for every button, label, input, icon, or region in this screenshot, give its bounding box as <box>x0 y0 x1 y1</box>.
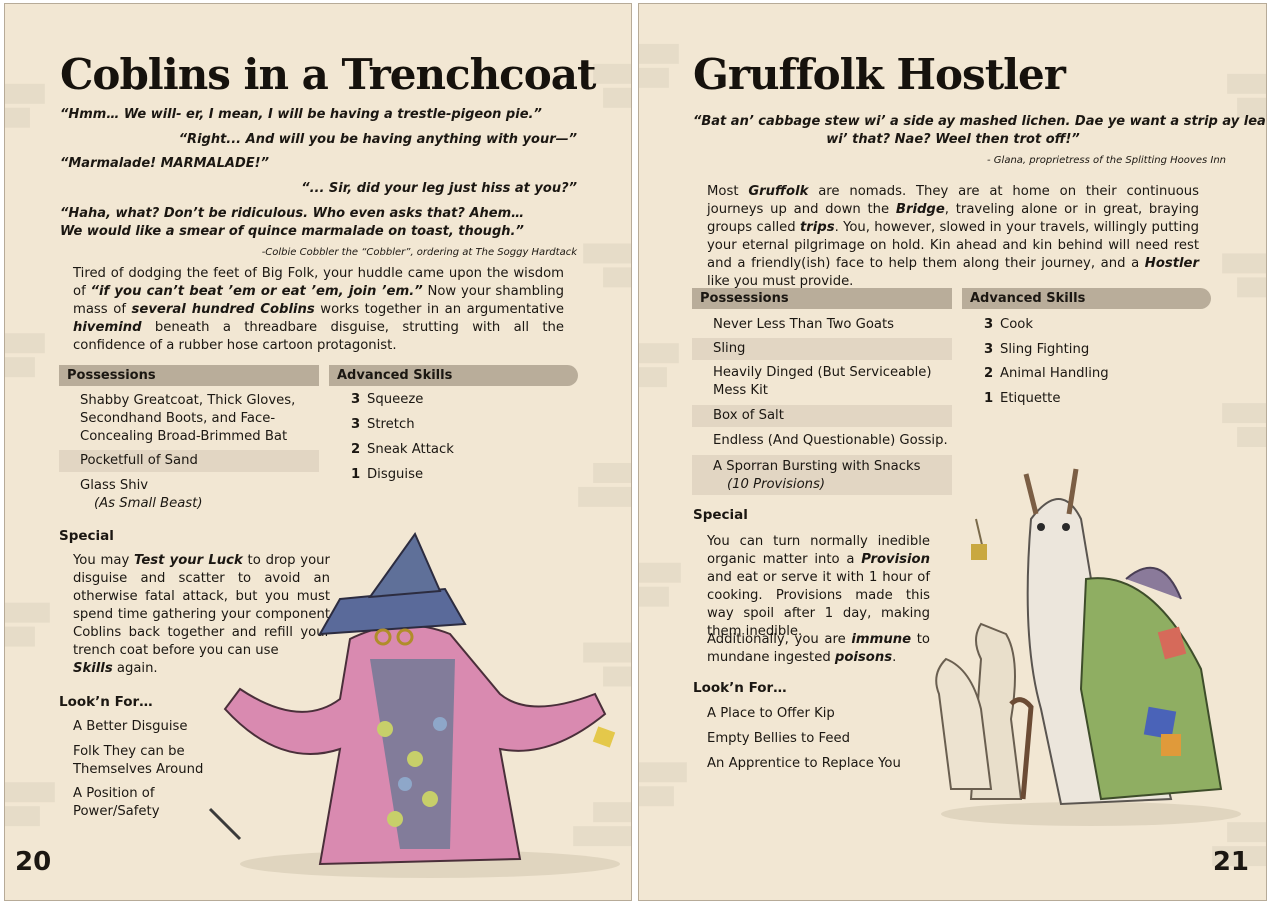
look-for-item: Empty Bellies to Feed <box>707 731 850 746</box>
goat-hostler-illustration <box>935 468 1241 826</box>
coblins-trenchcoat-illustration <box>208 531 620 878</box>
quote-line: “Right... And will you be having anythin… <box>178 132 577 147</box>
skill-row: 1 Etiquette <box>984 391 1061 406</box>
look-for-item: Folk They can be Themselves Around <box>73 744 204 777</box>
special-header: Special <box>59 528 114 544</box>
look-for-header: Look’n For… <box>59 694 153 710</box>
special-paragraph: Additionally, you are immune to mundane … <box>707 632 930 665</box>
look-for-header: Look’n For… <box>693 680 787 696</box>
advanced-skills-header: Advanced Skills <box>962 288 1211 309</box>
page-title: Gruffolk Hostler <box>693 50 1066 99</box>
skill-row: 1 Disguise <box>351 467 424 482</box>
possession-item: Sling <box>692 338 952 360</box>
possession-item: Glass Shiv (As Small Beast) <box>80 478 203 511</box>
skill-row: 3 Squeeze <box>351 392 424 407</box>
quote-attribution: - Glana, proprietress of the Splitting H… <box>987 155 1226 166</box>
skill-row: 3 Cook <box>984 317 1033 332</box>
skill-row: 2 Animal Handling <box>984 366 1109 381</box>
possessions-header: Possessions <box>692 288 952 309</box>
page-number: 21 <box>1212 847 1249 877</box>
intro-paragraph: Most Gruffolk are nomads. They are at ho… <box>707 184 1199 289</box>
look-for-item: An Apprentice to Replace You <box>707 756 901 771</box>
possession-item: Never Less Than Two Goats <box>713 317 895 332</box>
quote-line: We would like a smear of quince marmalad… <box>60 224 524 239</box>
quote-line: “... Sir, did your leg just hiss at you?… <box>301 181 577 196</box>
skill-row: 3 Stretch <box>351 417 415 432</box>
possession-item: Shabby Greatcoat, Thick Gloves, Secondha… <box>80 393 296 444</box>
quote-line: “Hmm… We will- er, I mean, I will be hav… <box>60 107 542 122</box>
quote-line: “Bat an’ cabbage stew wi’ a side ay mash… <box>693 114 1267 129</box>
quote-attribution: -Colbie Cobbler the “Cobbler”, ordering … <box>261 247 577 258</box>
look-for-item: A Position of Power/Safety <box>73 786 160 819</box>
page-right: Gruffolk Hostler “Bat an’ cabbage stew w… <box>638 3 1267 901</box>
quote-line: “Marmalade! MARMALADE!” <box>60 156 269 171</box>
possession-item: Box of Salt <box>692 405 952 427</box>
page-left: Coblins in a Trenchcoat “Hmm… We will- e… <box>4 3 632 901</box>
skill-row: 2 Sneak Attack <box>351 442 454 457</box>
possession-item: Pocketfull of Sand <box>59 450 319 472</box>
page-title: Coblins in a Trenchcoat <box>60 50 596 99</box>
possessions-header: Possessions <box>59 365 319 386</box>
special-paragraph: You can turn normally inedible organic m… <box>707 534 930 639</box>
possession-item: Heavily Dinged (But Serviceable) Mess Ki… <box>713 365 932 398</box>
look-for-item: A Place to Offer Kip <box>707 706 835 721</box>
special-header: Special <box>693 507 748 523</box>
quote-line: wi’ that? Nae? Weel then trot off!” <box>826 132 1080 147</box>
look-for-item: A Better Disguise <box>73 719 188 734</box>
possession-item: Endless (And Questionable) Gossip. <box>713 433 948 448</box>
page-number: 20 <box>15 847 52 877</box>
intro-paragraph: Tired of dodging the feet of Big Folk, y… <box>73 266 565 353</box>
skill-row: 3 Sling Fighting <box>984 342 1090 357</box>
quote-line: “Haha, what? Don’t be ridiculous. Who ev… <box>60 206 525 221</box>
advanced-skills-header: Advanced Skills <box>329 365 578 386</box>
